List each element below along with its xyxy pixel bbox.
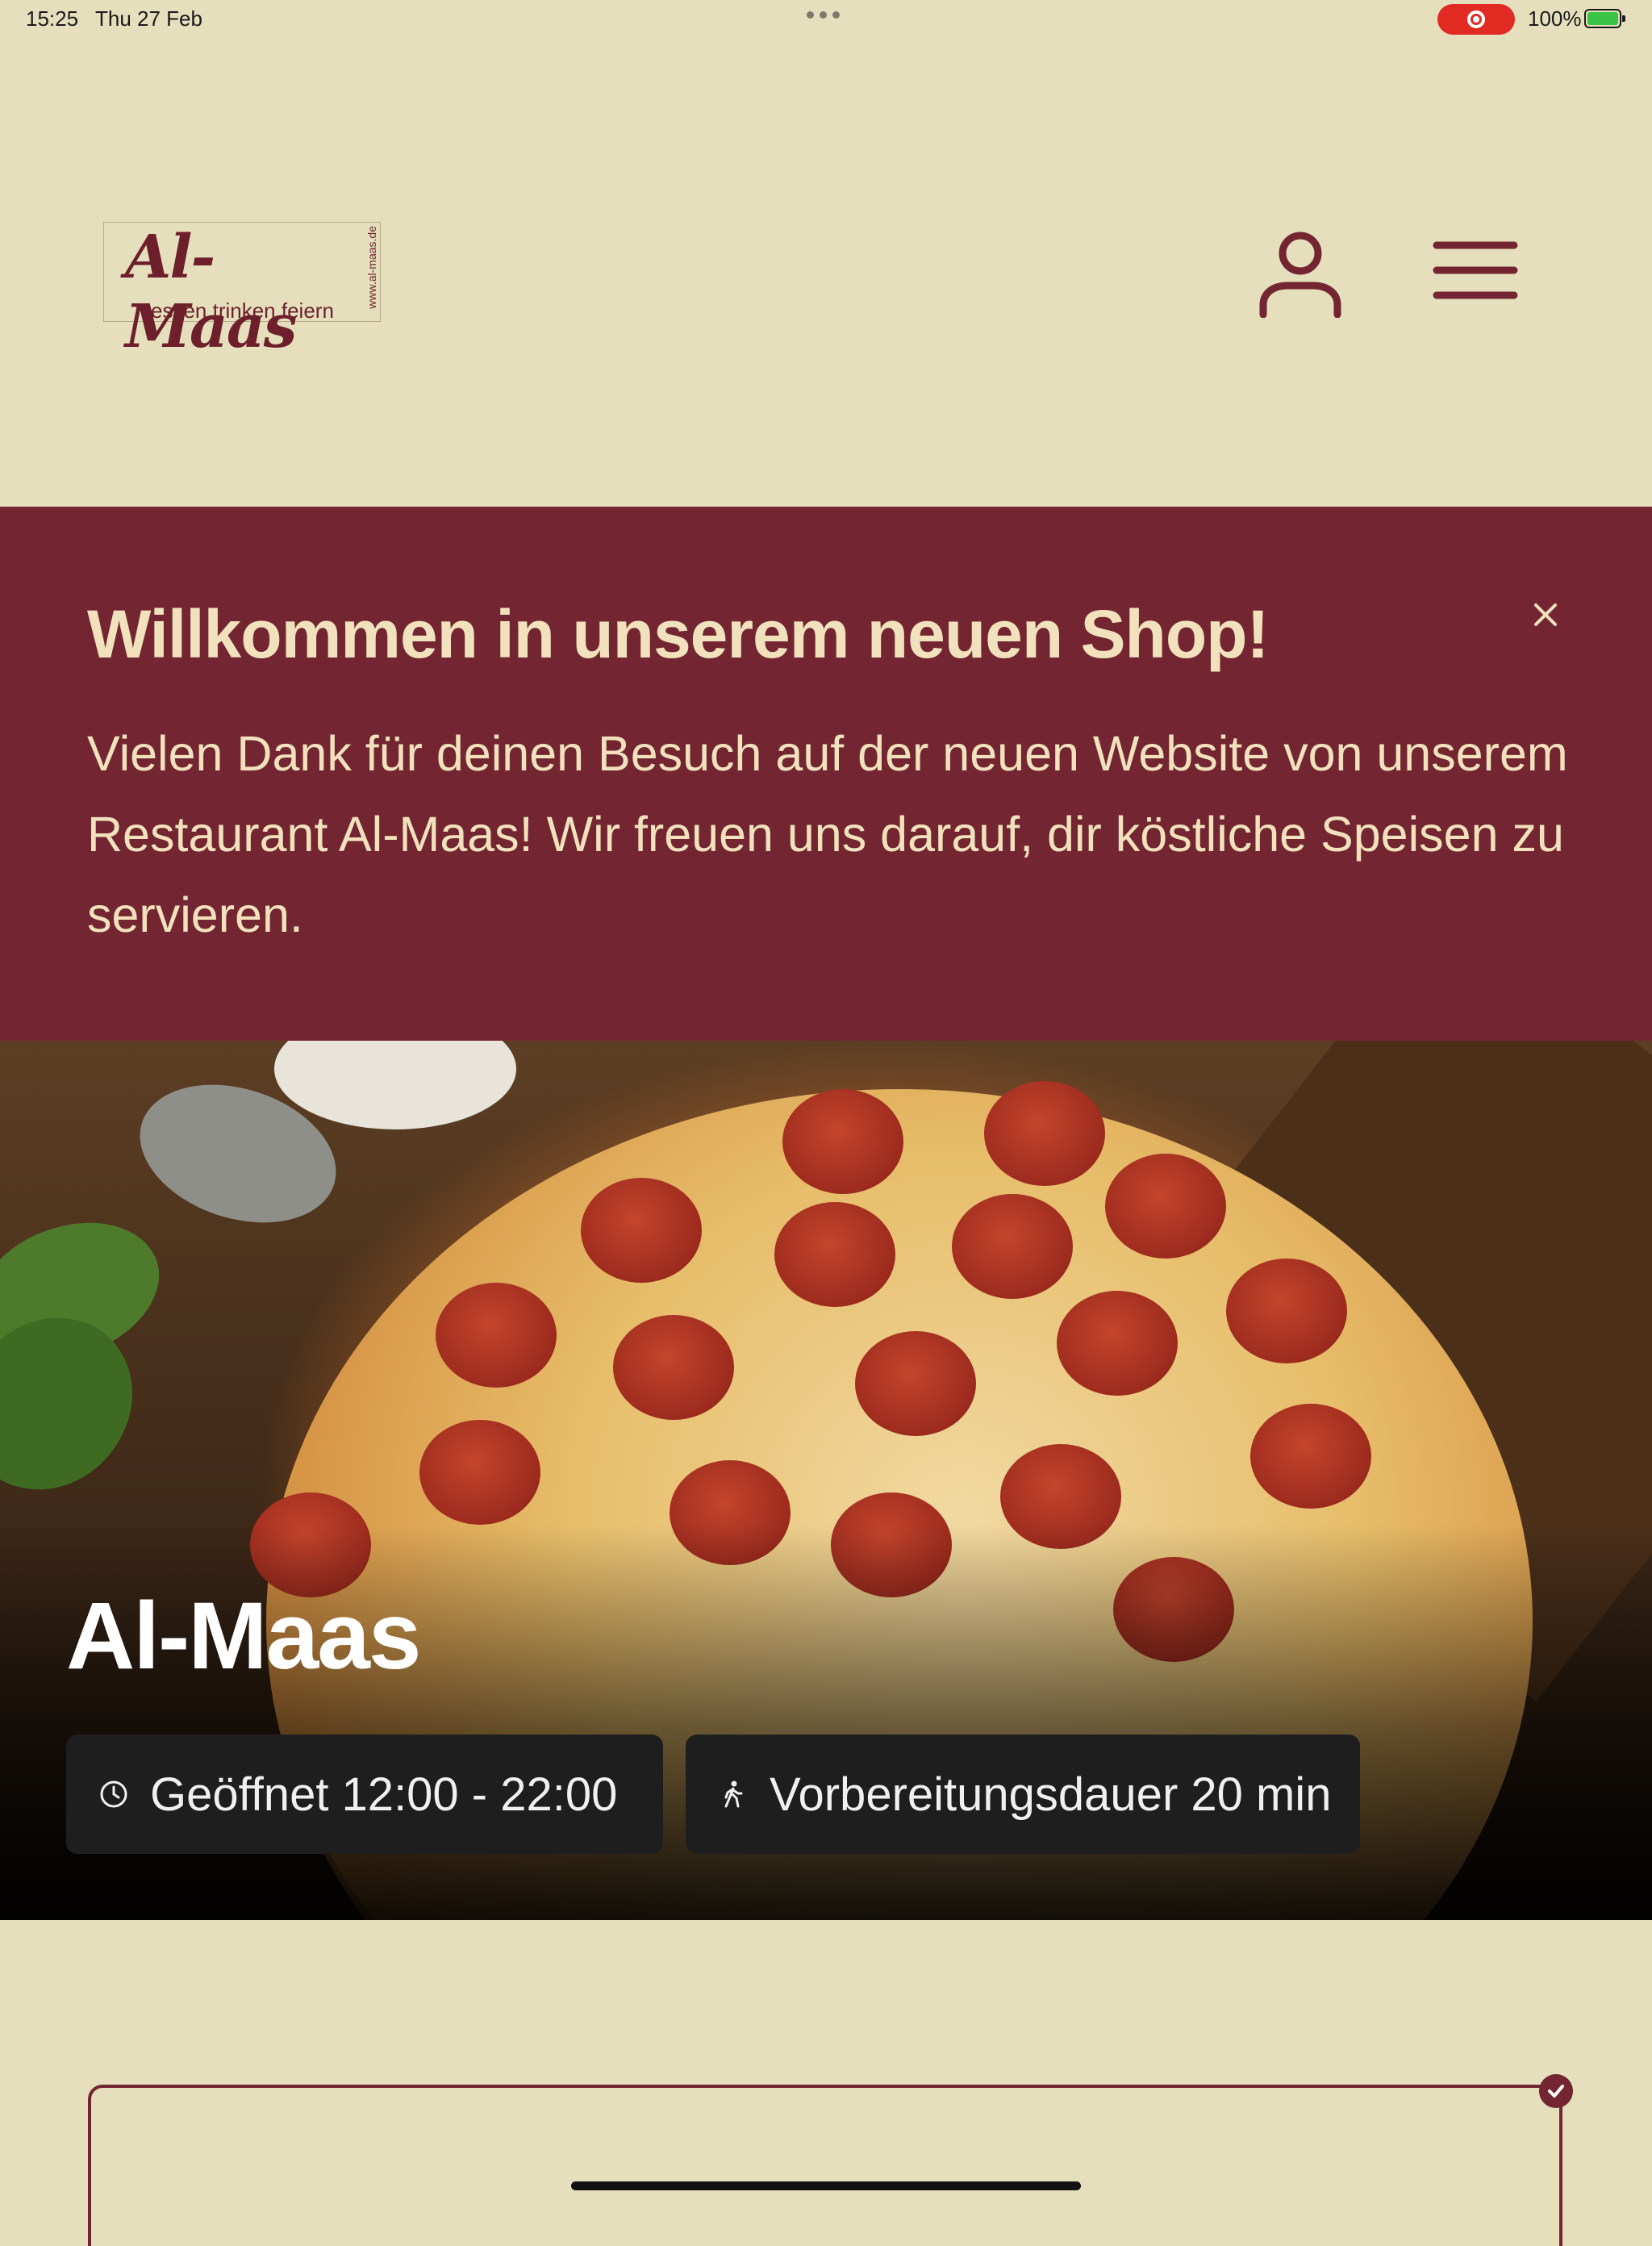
logo-url: www.al-maas.de [365,226,378,309]
welcome-banner: Willkommen in unserem neuen Shop! Vielen… [0,507,1652,1041]
opening-hours-badge: Geöffnet 12:00 - 22:00 [66,1735,663,1854]
hero-section: Al-Maas Geöffnet 12:00 - 22:00 Vorbereit… [0,1041,1652,1920]
home-indicator[interactable] [571,2181,1081,2190]
preparation-time-text: Vorbereitungsdauer 20 min [770,1768,1332,1821]
logo-tagline: essen trinken feiern [151,298,334,323]
restaurant-logo[interactable]: Al-Maas essen trinken feiern www.al-maas… [103,222,381,361]
restaurant-name: Al-Maas [66,1583,421,1689]
hamburger-menu-icon[interactable] [1433,239,1518,302]
clock-icon [100,1781,127,1808]
opening-hours-text: Geöffnet 12:00 - 22:00 [150,1768,618,1821]
banner-text: Vielen Dank für deinen Besuch auf der ne… [87,726,1568,942]
banner-title: Willkommen in unserem neuen Shop! [87,596,1269,672]
user-icon[interactable] [1255,228,1345,318]
status-time: 15:25 [26,6,79,31]
logo-wordmark: Al-Maas [125,223,297,361]
battery-percentage: 100% [1528,6,1582,31]
check-icon [1539,2074,1573,2108]
status-bar: 15:25 Thu 27 Feb 100% [0,0,1652,39]
close-icon[interactable] [1531,600,1560,629]
multitasking-dots-icon[interactable] [807,11,840,19]
walking-icon [724,1781,743,1808]
screen-recording-icon[interactable] [1437,4,1515,35]
status-date: Thu 27 Feb [95,6,202,31]
battery-icon [1584,9,1625,28]
selection-card[interactable] [88,2085,1562,2246]
preparation-time-badge: Vorbereitungsdauer 20 min [686,1735,1360,1854]
